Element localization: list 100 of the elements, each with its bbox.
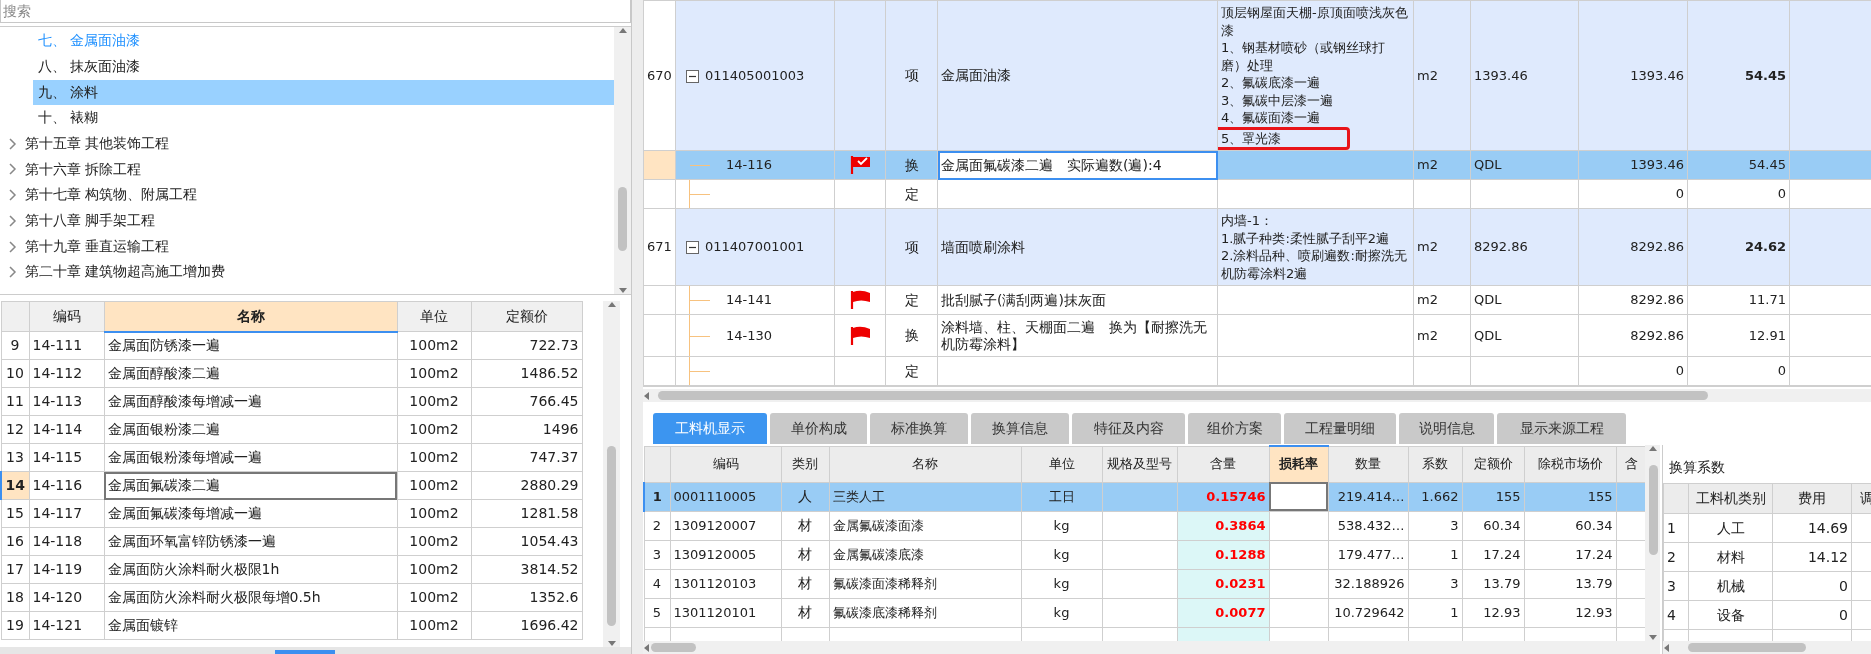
table-cell: 1309120005: [670, 540, 781, 569]
table-cell: 1486.52: [471, 359, 582, 388]
scrollbar[interactable]: [643, 389, 1871, 403]
splitter-handle[interactable]: [275, 650, 335, 654]
tree-item[interactable]: 十、 裱糊: [33, 105, 614, 131]
scrollbar-thumb[interactable]: [658, 391, 1708, 401]
table-cell: 材: [781, 598, 829, 627]
column-header[interactable]: 名称: [104, 301, 397, 332]
arrow-up-icon[interactable]: [1647, 445, 1658, 452]
column-header[interactable]: 名称: [829, 446, 1021, 482]
tab[interactable]: 组价方案: [1188, 413, 1281, 444]
column-header[interactable]: 费用: [1772, 483, 1852, 514]
table-cell: 1054.43: [471, 527, 582, 556]
tree-item[interactable]: 第十九章 垂直运输工程: [0, 233, 614, 260]
table-cell: 8292.86: [1578, 208, 1688, 286]
scrollbar-thumb[interactable]: [607, 446, 616, 627]
flag-icon[interactable]: [849, 290, 871, 311]
row-number: 4: [644, 569, 670, 598]
scrollbar-thumb[interactable]: [651, 643, 696, 652]
column-header[interactable]: 数量: [1328, 446, 1408, 482]
tree-item[interactable]: 第二十章 建筑物超高施工增加费: [0, 259, 614, 286]
tab[interactable]: 特征及内容: [1072, 413, 1185, 444]
arrow-down-icon[interactable]: [617, 287, 628, 295]
scrollbar-thumb[interactable]: [1688, 643, 1806, 652]
scrollbar-thumb[interactable]: [618, 187, 627, 252]
table-cell: 1393.46: [1578, 150, 1688, 180]
column-header[interactable]: 规格及型号: [1102, 446, 1177, 482]
chevron-right-icon[interactable]: [8, 189, 17, 202]
column-header[interactable]: 系数: [1408, 446, 1462, 482]
tab[interactable]: 显示来源工程: [1497, 413, 1626, 444]
column-header[interactable]: 定额价: [471, 301, 582, 332]
column-header[interactable]: 类别: [781, 446, 829, 482]
arrow-up-icon[interactable]: [606, 301, 617, 309]
arrow-down-icon[interactable]: [606, 640, 617, 648]
column-header[interactable]: 工料机类别: [1688, 483, 1773, 514]
description-line: 3、氟碳中层漆一遍: [1221, 91, 1335, 109]
tree-item[interactable]: 第十五章 其他装饰工程: [0, 130, 614, 157]
table-cell: 0: [1578, 356, 1688, 386]
arrow-up-icon[interactable]: [617, 27, 628, 35]
name-cell[interactable]: 金属面氟碳漆二遍 实际遍数(遍):4: [937, 150, 1218, 180]
tree-item[interactable]: 第十七章 构筑物、附属工程: [0, 182, 614, 208]
table-cell: 材: [781, 569, 829, 598]
chevron-right-icon[interactable]: [8, 266, 17, 279]
chevron-right-icon[interactable]: [8, 240, 17, 253]
table-cell: 1309120007: [670, 511, 781, 540]
column-header[interactable]: 编码: [670, 446, 781, 482]
tree-item[interactable]: 九、 涂料: [33, 79, 614, 106]
chevron-right-icon[interactable]: [8, 137, 17, 150]
tab[interactable]: 说明信息: [1399, 413, 1494, 444]
arrow-down-icon[interactable]: [1647, 634, 1658, 641]
chevron-right-icon[interactable]: [8, 214, 17, 227]
tab[interactable]: 标准换算: [870, 413, 968, 444]
column-header[interactable]: 含: [1616, 446, 1645, 482]
flag-check-icon[interactable]: [849, 155, 871, 176]
row-number: 5: [644, 598, 670, 627]
tab[interactable]: 换算信息: [971, 413, 1069, 444]
table-cell: 0: [1772, 600, 1852, 630]
tree-item[interactable]: 第十八章 脚手架工程: [0, 208, 614, 234]
tree-item[interactable]: 八、 抹灰面油漆: [33, 53, 614, 80]
type-cell: 定: [885, 356, 938, 386]
table-cell: 11.71: [1687, 285, 1790, 315]
column-header[interactable]: 除税市场价: [1524, 446, 1616, 482]
search-field[interactable]: 搜索: [0, 0, 631, 24]
column-header[interactable]: 单位: [397, 301, 471, 332]
table-cell: 1301120101: [670, 598, 781, 627]
input-field[interactable]: [1269, 482, 1328, 511]
table-cell: 1352.6: [471, 583, 582, 612]
column-header[interactable]: 损耗率: [1269, 446, 1328, 482]
column-header[interactable]: 定额价: [1462, 446, 1524, 482]
table-cell: 155: [1524, 482, 1616, 511]
arrow-left-icon[interactable]: [643, 390, 650, 401]
table-cell: 14-117: [29, 499, 104, 528]
column-header[interactable]: 单位: [1021, 446, 1102, 482]
table-cell: 747.37: [471, 443, 582, 472]
table-cell: 金属氟碳漆面漆: [829, 511, 1021, 540]
collapse-icon[interactable]: [686, 241, 699, 255]
type-cell: 项: [885, 208, 938, 286]
scrollbar[interactable]: [1645, 445, 1660, 641]
scrollbar-thumb[interactable]: [1649, 465, 1658, 555]
tree-item[interactable]: 第十六章 拆除工程: [0, 156, 614, 183]
type-cell: 换: [885, 314, 938, 357]
tab[interactable]: 单价构成: [770, 413, 867, 444]
table-cell: 100m2: [397, 611, 471, 640]
collapse-icon[interactable]: [686, 69, 699, 83]
scrollbar[interactable]: [1663, 641, 1871, 654]
arrow-left-icon[interactable]: [643, 642, 650, 653]
table-cell: 材: [781, 540, 829, 569]
tab[interactable]: 工程量明细: [1284, 413, 1396, 444]
column-header[interactable]: 编码: [29, 301, 104, 332]
flag-icon[interactable]: [849, 325, 871, 346]
column-header[interactable]: 含量: [1177, 446, 1269, 482]
table-cell: 100m2: [397, 555, 471, 584]
scrollbar[interactable]: [603, 301, 620, 648]
table-cell: 金属面防火涂料耐火极限每增0.5h: [104, 583, 397, 612]
chevron-right-icon[interactable]: [8, 163, 17, 176]
scrollbar[interactable]: [643, 641, 1660, 654]
code-text: 14-141: [726, 292, 773, 308]
scrollbar[interactable]: [614, 27, 631, 295]
row-number: 1: [1663, 513, 1689, 543]
arrow-left-icon[interactable]: [1663, 642, 1670, 653]
